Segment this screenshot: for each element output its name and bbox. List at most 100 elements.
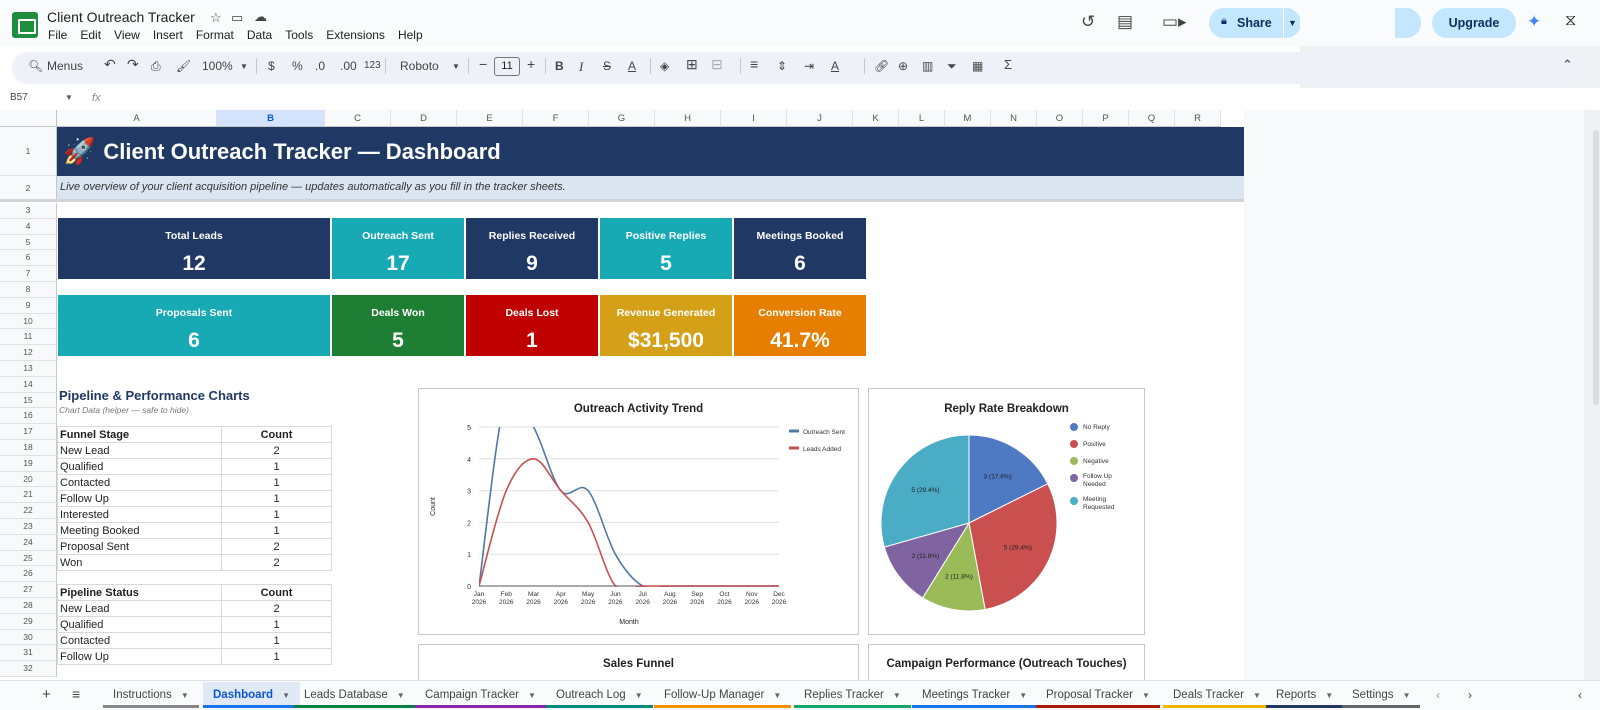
menu-format[interactable]: Format xyxy=(196,28,234,42)
table-cell[interactable]: 1 xyxy=(221,648,332,665)
menu-file[interactable]: File xyxy=(48,28,67,42)
menu-tools[interactable]: Tools xyxy=(285,28,313,42)
strikethrough-button[interactable]: S xyxy=(603,59,611,73)
row-header-29[interactable]: 29 xyxy=(0,613,57,630)
formula-input[interactable] xyxy=(110,90,1580,108)
print-icon[interactable]: ⎙ xyxy=(151,59,161,74)
sheet-tab-dropdown-icon[interactable]: ▼ xyxy=(893,691,901,700)
table-cell[interactable]: 2 xyxy=(221,554,332,571)
font-dropdown-icon[interactable]: ▼ xyxy=(452,62,460,71)
table-cell[interactable]: 2 xyxy=(221,600,332,617)
insert-link-icon[interactable]: 🔗︎ xyxy=(874,59,889,73)
sheet-tab-meetings-tracker[interactable]: Meetings Tracker ▼ xyxy=(912,682,1038,708)
sheet-tab-reports[interactable]: Reports ▼ xyxy=(1266,682,1344,708)
table-cell[interactable]: Meeting Booked xyxy=(57,522,222,539)
column-header-m[interactable]: M xyxy=(945,110,991,127)
column-header-l[interactable]: L xyxy=(899,110,945,127)
insert-comment-icon[interactable]: ⊕ xyxy=(898,59,908,73)
menu-insert[interactable]: Insert xyxy=(153,28,183,42)
table-cell[interactable]: 1 xyxy=(221,506,332,523)
row-header-17[interactable]: 17 xyxy=(0,424,57,440)
table-cell[interactable]: Contacted xyxy=(57,474,222,491)
add-sheet-icon[interactable]: + xyxy=(42,686,51,703)
sheet-tab-deals-tracker[interactable]: Deals Tracker ▼ xyxy=(1163,682,1271,708)
sheet-tab-follow-up-manager[interactable]: Follow-Up Manager ▼ xyxy=(654,682,792,708)
meet-video-icon[interactable]: ▭▸ xyxy=(1162,12,1187,32)
row-header-10[interactable]: 10 xyxy=(0,313,57,330)
row-header-19[interactable]: 19 xyxy=(0,455,57,472)
table-cell[interactable]: 2 xyxy=(221,442,332,459)
number-format-button[interactable]: 123 xyxy=(364,60,381,71)
sales-funnel-chart[interactable]: Sales Funnel xyxy=(418,644,859,684)
table-cell[interactable]: 1 xyxy=(221,616,332,633)
column-header-j[interactable]: J xyxy=(787,110,853,127)
row-header-27[interactable]: 27 xyxy=(0,582,57,598)
table-cell[interactable]: Follow Up xyxy=(57,490,222,507)
column-header-b[interactable]: B xyxy=(217,110,325,127)
row-header-31[interactable]: 31 xyxy=(0,645,57,662)
select-all-corner[interactable] xyxy=(0,110,57,127)
column-header-f[interactable]: F xyxy=(523,110,589,127)
column-header-g[interactable]: G xyxy=(589,110,655,127)
share-dropdown-icon[interactable]: ▼ xyxy=(1283,8,1301,38)
sheet-tab-dropdown-icon[interactable]: ▼ xyxy=(635,691,643,700)
font-size-input[interactable]: 11 xyxy=(494,57,520,76)
redo-icon[interactable]: ↷ xyxy=(127,56,139,73)
insert-chart-icon[interactable]: ▥ xyxy=(922,59,933,73)
row-header-22[interactable]: 22 xyxy=(0,503,57,519)
menu-view[interactable]: View xyxy=(114,28,140,42)
filter-icon[interactable]: ⏷ xyxy=(947,59,957,74)
vertical-scroll-thumb[interactable] xyxy=(1593,130,1599,405)
sheet-tab-dropdown-icon[interactable]: ▼ xyxy=(181,691,189,700)
column-header-c[interactable]: C xyxy=(325,110,391,127)
italic-button[interactable]: I xyxy=(579,59,583,75)
sheets-logo-icon[interactable] xyxy=(12,12,38,38)
row-header-14[interactable]: 14 xyxy=(0,376,57,393)
row-header-18[interactable]: 18 xyxy=(0,440,57,456)
reply-rate-chart[interactable]: Reply Rate Breakdown 3 (17.6%) No Reply 5 … xyxy=(868,388,1145,635)
column-header-k[interactable]: K xyxy=(853,110,899,127)
row-header-1[interactable]: 1 xyxy=(0,127,57,176)
document-title[interactable]: Client Outreach Tracker xyxy=(47,9,195,25)
paint-format-icon[interactable]: 🖌︎ xyxy=(176,59,191,73)
menu-help[interactable]: Help xyxy=(398,28,423,42)
table-cell[interactable]: 1 xyxy=(221,474,332,491)
horizontal-align-icon[interactable]: ≡ xyxy=(750,56,758,72)
row-header-32[interactable]: 32 xyxy=(0,661,57,677)
row-header-7[interactable]: 7 xyxy=(0,266,57,282)
column-header-o[interactable]: O xyxy=(1037,110,1083,127)
fill-color-icon[interactable]: ◈ xyxy=(660,59,669,73)
decrease-decimal-button[interactable]: .0 xyxy=(315,59,325,73)
name-box[interactable]: B57 xyxy=(10,92,28,103)
menu-edit[interactable]: Edit xyxy=(80,28,101,42)
table-cell[interactable]: 1 xyxy=(221,632,332,649)
column-header-a[interactable]: A xyxy=(57,110,217,127)
undo-icon[interactable]: ↶ xyxy=(104,56,116,73)
share-button[interactable]: 🔒︎ Share ▼ xyxy=(1209,8,1301,38)
row-header-23[interactable]: 23 xyxy=(0,519,57,535)
row-header-21[interactable]: 21 xyxy=(0,487,57,504)
menu-data[interactable]: Data xyxy=(247,28,272,42)
sheet-tab-dropdown-icon[interactable]: ▼ xyxy=(1019,691,1027,700)
table-cell[interactable]: Contacted xyxy=(57,632,222,649)
filter-views-icon[interactable]: ▦ xyxy=(972,59,983,73)
functions-icon[interactable]: Σ xyxy=(1004,57,1012,72)
outreach-trend-chart[interactable]: Outreach Activity Trend 0 1 2 3 4 5 Jan 2026 Feb… xyxy=(418,388,859,635)
row-header-4[interactable]: 4 xyxy=(0,218,57,235)
table-cell[interactable]: Interested xyxy=(57,506,222,523)
merge-cells-icon[interactable]: ⊟ xyxy=(711,56,723,73)
menu-extensions[interactable]: Extensions xyxy=(326,28,385,42)
comments-icon[interactable]: ▤ xyxy=(1117,12,1133,32)
table-cell[interactable]: Qualified xyxy=(57,458,222,475)
sheet-tab-dropdown-icon[interactable]: ▼ xyxy=(1325,691,1333,700)
collapse-toolbar-icon[interactable]: ⌃ xyxy=(1562,57,1573,73)
table-cell[interactable]: Won xyxy=(57,554,222,571)
borders-icon[interactable]: ⊞ xyxy=(686,56,698,73)
row-header-9[interactable]: 9 xyxy=(0,297,57,314)
table-cell[interactable]: Follow Up xyxy=(57,648,222,665)
all-sheets-icon[interactable]: ≡ xyxy=(72,686,80,702)
table-cell[interactable]: 2 xyxy=(221,538,332,555)
row-header-16[interactable]: 16 xyxy=(0,408,57,425)
sheet-tab-proposal-tracker[interactable]: Proposal Tracker ▼ xyxy=(1036,682,1160,708)
sidebar-toggle-icon[interactable]: ‹ xyxy=(1578,688,1582,702)
